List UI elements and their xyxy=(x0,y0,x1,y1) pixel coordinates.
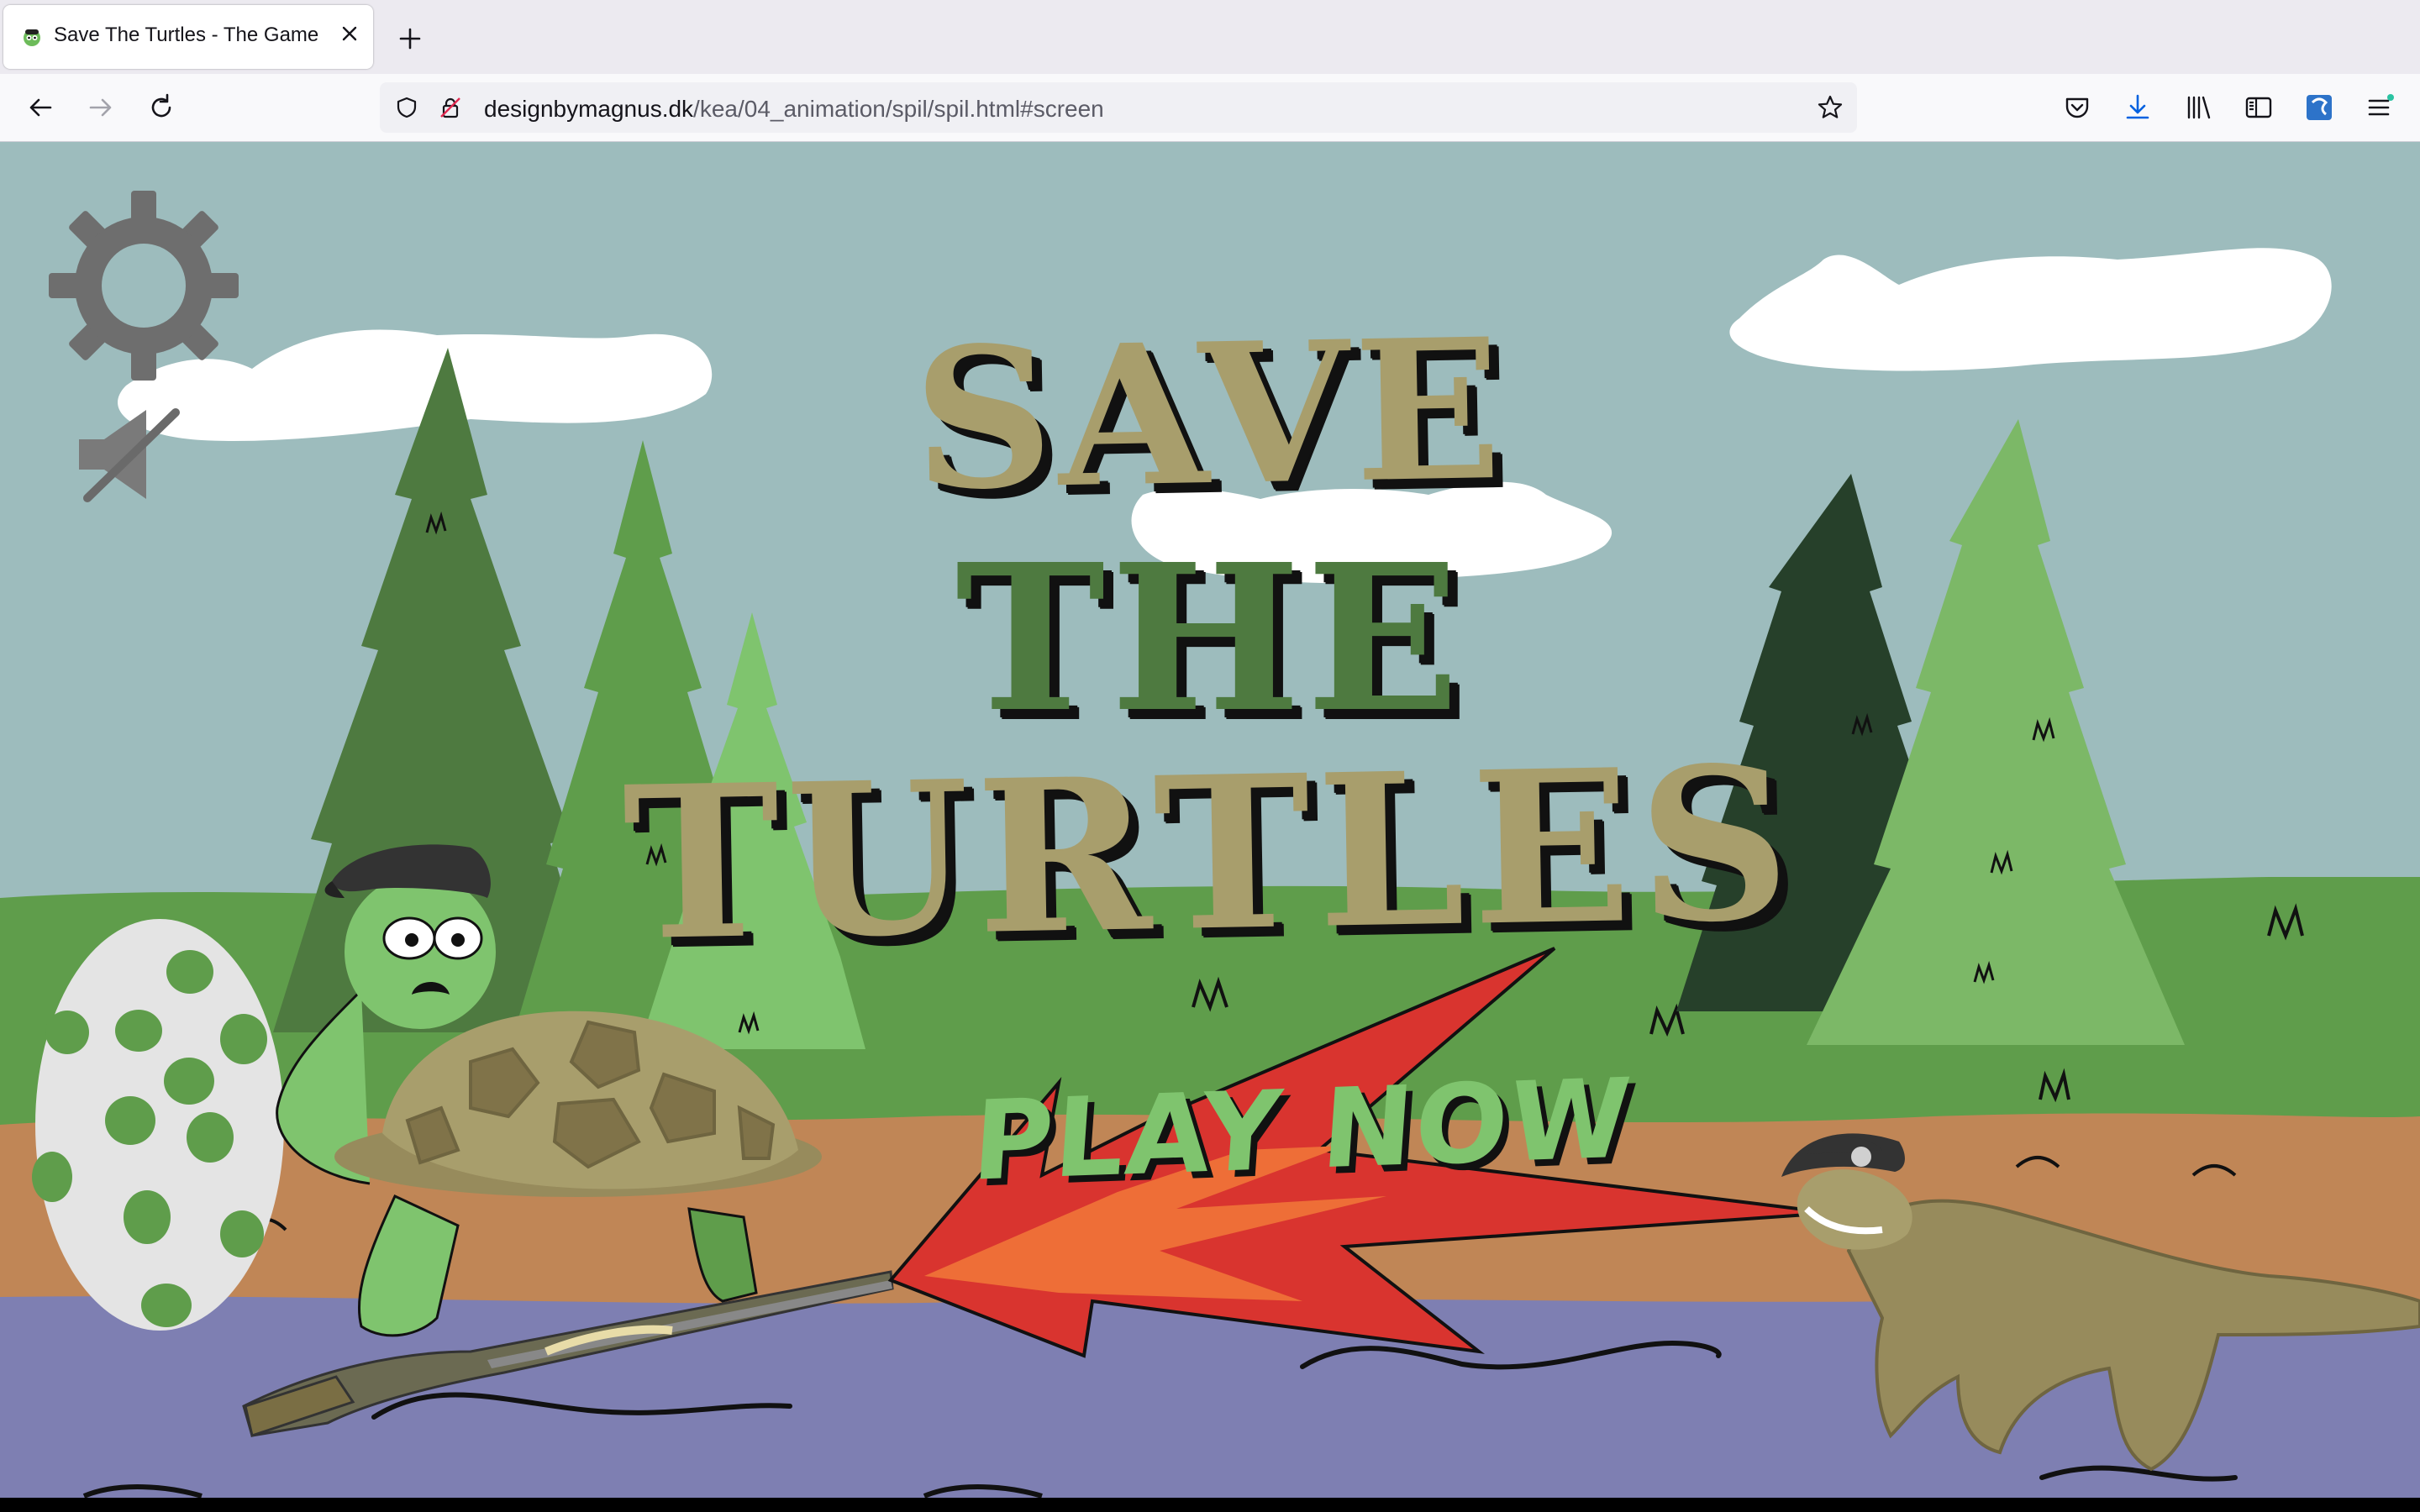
bookmark-star-icon[interactable] xyxy=(1817,94,1844,121)
url-bar[interactable]: designbymagnus.dk/kea/04_animation/spil/… xyxy=(380,82,1857,133)
insecure-lock-icon[interactable] xyxy=(439,96,462,119)
sound-muted-icon[interactable] xyxy=(71,406,185,503)
game-title-save: SAVE xyxy=(911,296,1509,534)
library-icon[interactable] xyxy=(2181,91,2215,124)
back-arrow-icon[interactable] xyxy=(22,89,59,126)
url-host: designbymagnus.dk xyxy=(484,96,694,122)
navigation-toolbar: designbymagnus.dk/kea/04_animation/spil/… xyxy=(0,74,2420,142)
close-tab-icon[interactable] xyxy=(333,17,366,50)
extension-icon[interactable] xyxy=(2302,91,2336,124)
settings-gear-icon[interactable] xyxy=(49,191,239,381)
download-icon[interactable] xyxy=(2121,91,2154,124)
new-tab-plus-icon[interactable] xyxy=(392,20,429,57)
window-bottom-edge xyxy=(0,1498,2420,1512)
tab-title: Save The Turtles - The Game xyxy=(54,24,319,46)
tab-strip: Save The Turtles - The Game xyxy=(0,0,2420,74)
url-path: /kea/04_animation/spil/spil.html#screen xyxy=(693,96,1104,122)
browser-window: Save The Turtles - The Game designbymagn… xyxy=(0,0,2420,1512)
forward-arrow-icon[interactable] xyxy=(82,89,119,126)
play-now-label[interactable]: PLAY NOW xyxy=(920,1053,1685,1207)
menu-icon[interactable] xyxy=(2363,91,2396,124)
sidebar-icon[interactable] xyxy=(2242,91,2275,124)
url-text[interactable]: designbymagnus.dk/kea/04_animation/spil/… xyxy=(484,96,1104,123)
tab-save-the-turtles[interactable]: Save The Turtles - The Game xyxy=(3,5,373,69)
turtle-favicon-icon xyxy=(24,29,40,46)
reload-icon[interactable] xyxy=(143,89,180,126)
game-start-screen: SAVE THE TURTLES PLAY NOW xyxy=(0,142,2420,1498)
pocket-icon[interactable] xyxy=(2060,91,2094,124)
shield-icon[interactable] xyxy=(395,96,418,119)
